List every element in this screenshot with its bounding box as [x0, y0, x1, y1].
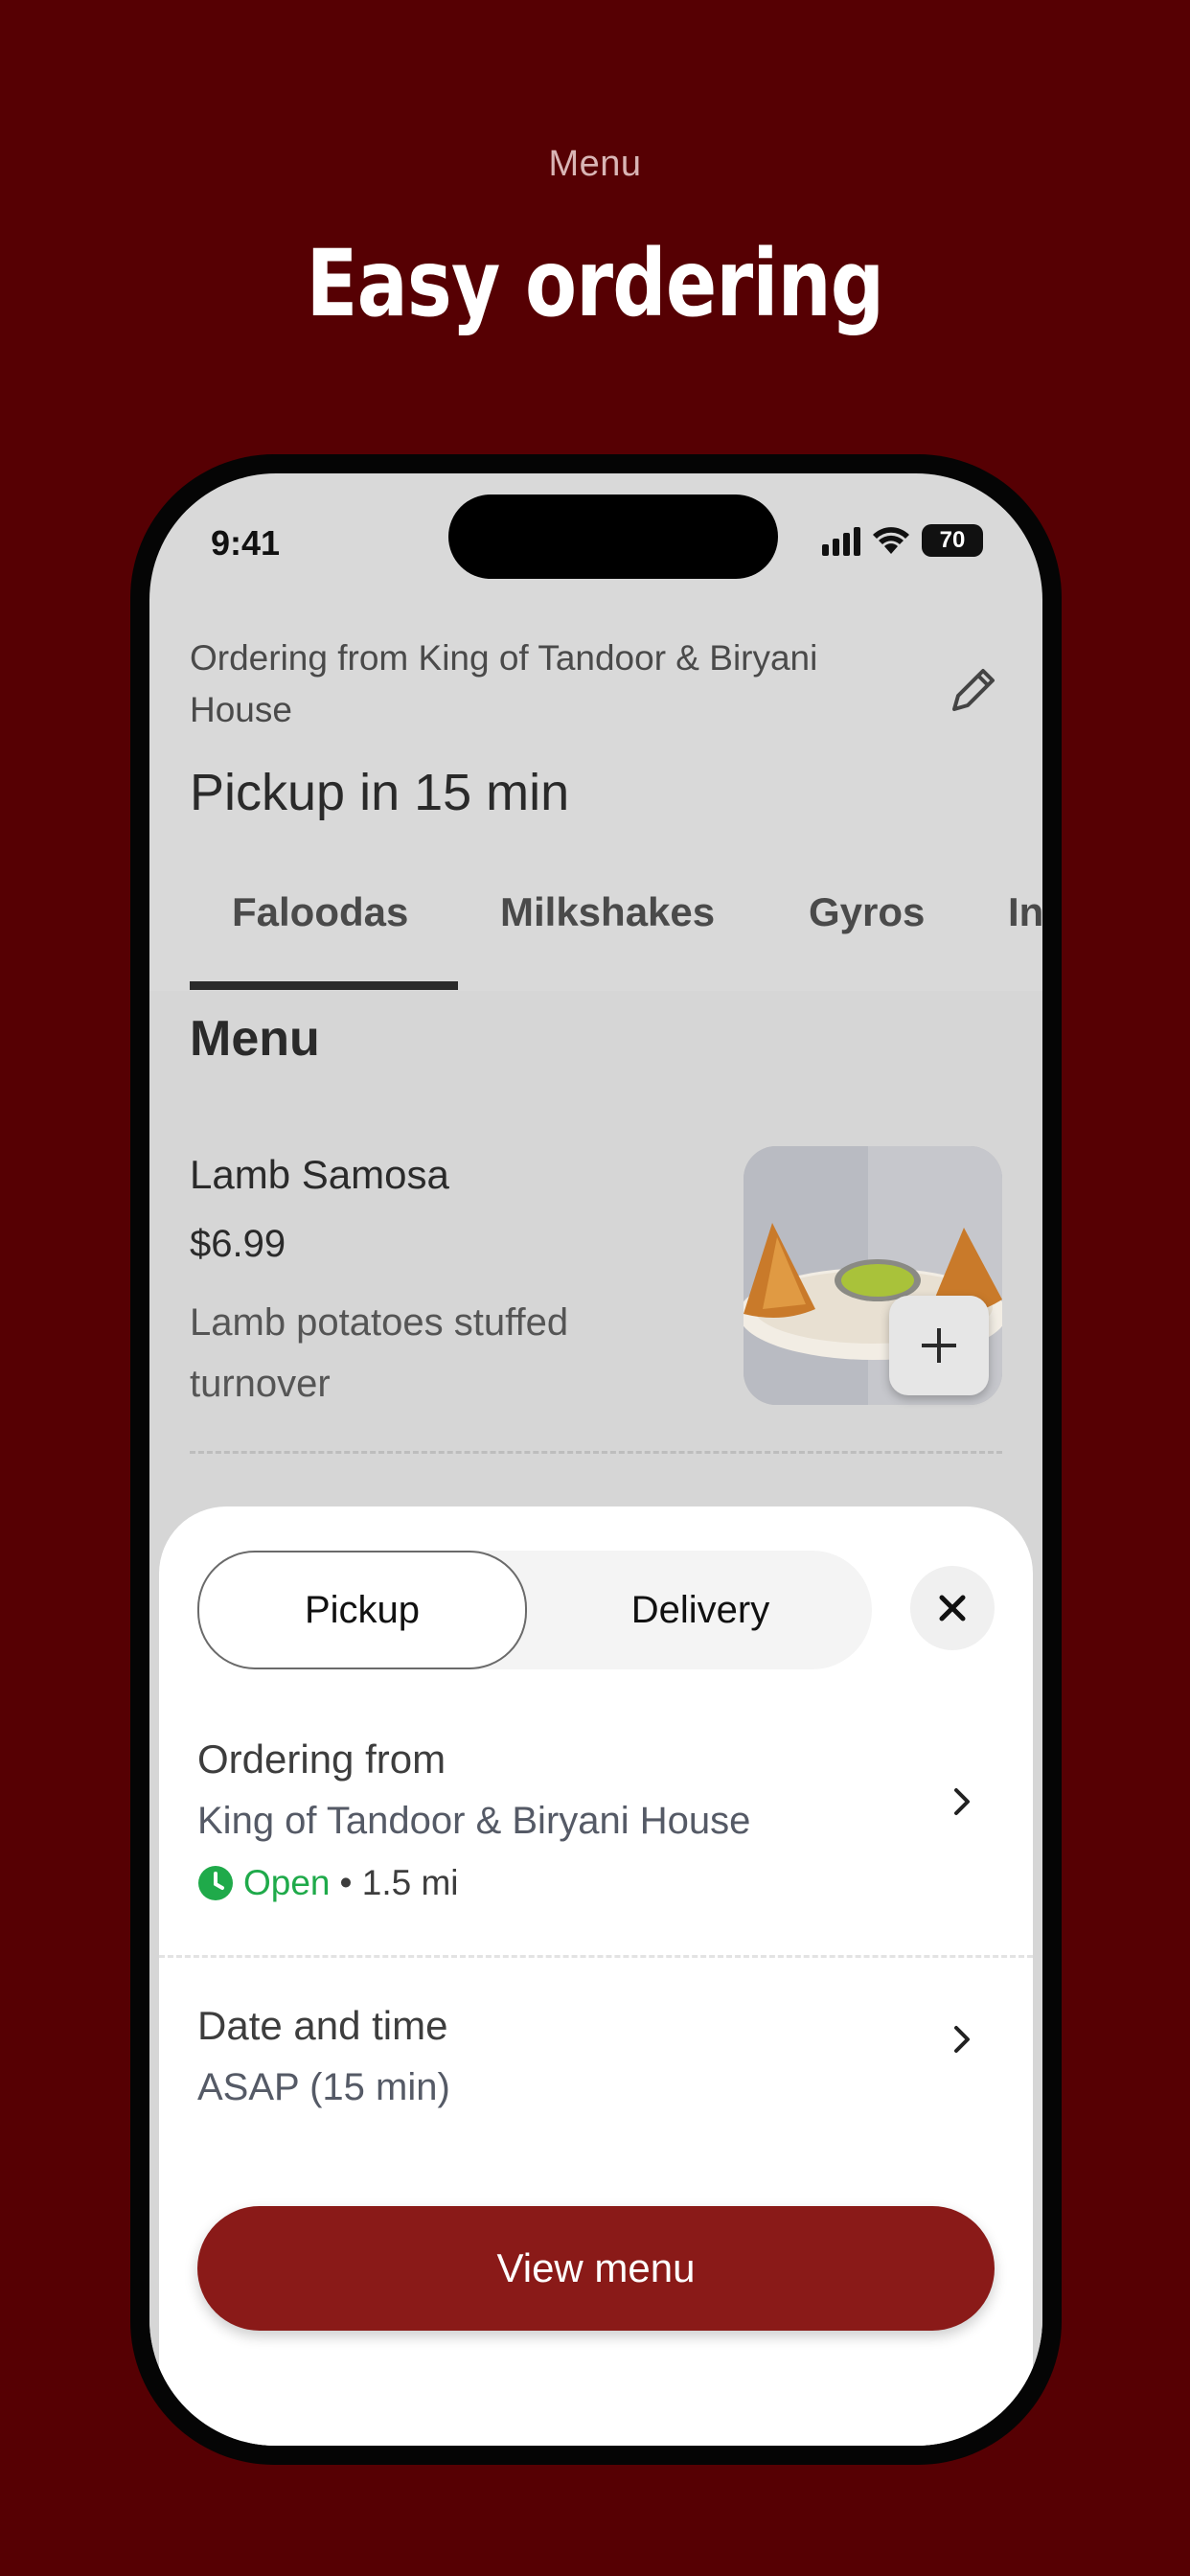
mode-toggle: Pickup Delivery: [197, 1551, 872, 1669]
restaurant-status: Open • 1.5 mi: [197, 1863, 459, 1903]
tab-gyros[interactable]: Gyros: [809, 889, 925, 935]
restaurant-name[interactable]: King of Tandoor & Biryani House: [197, 1800, 750, 1843]
tab-faloodas[interactable]: Faloodas: [232, 889, 408, 935]
edit-pencil-icon[interactable]: [945, 661, 1002, 719]
distance: • 1.5 mi: [339, 1863, 459, 1902]
item-divider: [190, 1451, 1002, 1454]
wifi-icon: [873, 527, 909, 554]
item-price: $6.99: [190, 1223, 286, 1265]
signal-icon: [822, 525, 860, 556]
phone-frame: 9:41 70 Ordering from King of Tandoor & …: [130, 454, 1062, 2465]
category-tabs: Faloodas Milkshakes Gyros In: [149, 857, 1042, 991]
ordering-from-label: Ordering from: [197, 1736, 446, 1782]
ordering-from-text: Ordering from King of Tandoor & Biryani …: [190, 638, 818, 729]
phone-screen: 9:41 70 Ordering from King of Tandoor & …: [149, 473, 1042, 2446]
close-icon: [939, 1595, 966, 1622]
sheet-divider: [159, 1955, 1033, 1958]
header-subtitle: Menu: [548, 144, 642, 184]
pickup-option[interactable]: Pickup: [197, 1551, 527, 1669]
battery-icon: 70: [922, 524, 983, 557]
header-title: Easy ordering: [306, 230, 884, 337]
active-tab-indicator: [190, 981, 458, 990]
view-menu-button[interactable]: View menu: [197, 2206, 995, 2331]
date-time-value[interactable]: ASAP (15 min): [197, 2066, 450, 2109]
plus-icon: [922, 1328, 956, 1363]
order-options-sheet: Pickup Delivery Ordering from King of Ta…: [159, 1506, 1033, 2446]
pickup-time: Pickup in 15 min: [190, 764, 570, 821]
tab-in[interactable]: In: [1008, 889, 1042, 935]
date-time-label: Date and time: [197, 2003, 448, 2048]
tab-milkshakes[interactable]: Milkshakes: [500, 889, 715, 935]
add-item-button[interactable]: [889, 1296, 989, 1395]
clock-icon: [198, 1866, 233, 1900]
delivery-option[interactable]: Delivery: [533, 1551, 868, 1669]
open-status: Open: [243, 1863, 331, 1902]
close-button[interactable]: [910, 1566, 995, 1650]
status-icons: 70: [822, 521, 983, 560]
status-time: 9:41: [211, 523, 281, 563]
chevron-right-icon[interactable]: [947, 2020, 975, 2058]
chevron-right-icon[interactable]: [947, 1782, 975, 1821]
menu-heading: Menu: [190, 1011, 320, 1067]
item-description: Lamb potatoes stuffed turnover: [190, 1301, 569, 1405]
item-name[interactable]: Lamb Samosa: [190, 1152, 449, 1198]
dynamic-island: [448, 494, 778, 579]
